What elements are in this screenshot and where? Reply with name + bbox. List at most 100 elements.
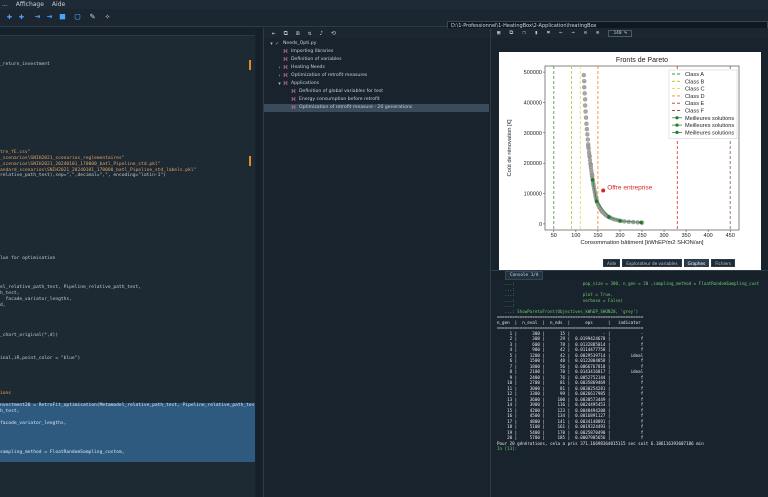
- menu-item-aide[interactable]: Aide: [52, 1, 65, 8]
- outline-item-label: Definition of variables: [291, 57, 342, 62]
- tab-variable-explorer[interactable]: Explorateur de variables: [622, 259, 682, 267]
- outline-item[interactable]: ⌘ Definition of global variables for test: [264, 88, 489, 96]
- legend-label: Meilleures solutions: [685, 116, 734, 122]
- chart-title: Fronts de Pareto: [616, 57, 668, 64]
- run-selection-icon[interactable]: ⇥: [32, 12, 43, 23]
- pareto-point: [584, 127, 590, 132]
- run-advance-icon[interactable]: ✚: [16, 12, 27, 23]
- pareto-point: [582, 79, 587, 84]
- outline-tree: ▾ ✓ Needs_Opti.py ⌘ Importing libraries ⌘ Defi…: [264, 40, 489, 112]
- outline-item[interactable]: ▾ ✓ Needs_Opti.py: [264, 40, 489, 48]
- menu-bar: ... Affichage Aide: [0, 0, 768, 9]
- zoom-in-icon[interactable]: ⊕: [596, 30, 599, 36]
- x-tick-label: 300: [659, 233, 668, 239]
- outline-item[interactable]: › ⌘ Heating Needs: [264, 64, 489, 72]
- delete-plot-icon[interactable]: ▮: [535, 30, 538, 36]
- legend-label: Class D: [685, 94, 705, 100]
- pareto-point: [584, 121, 589, 126]
- outline-item-label: Heating Needs: [291, 65, 325, 70]
- outline-item-label: Needs_Opti.py: [283, 41, 317, 46]
- zoom-level[interactable]: 140 %: [608, 29, 632, 37]
- outline-item-label: Optimization of retrofit measures: [291, 73, 368, 78]
- legend-label: Meilleures solutions: [685, 130, 734, 136]
- pareto-point: [582, 97, 588, 102]
- best-solution-point: [639, 220, 643, 225]
- settings-wrench-icon[interactable]: ✎: [87, 12, 98, 23]
- tab-graphes[interactable]: Graphes: [683, 259, 710, 267]
- menu-item-prev[interactable]: ...: [2, 1, 8, 8]
- go-to-cursor-icon[interactable]: ⇤: [272, 30, 276, 37]
- outline-item[interactable]: ⌘ Energy consumption before retrofit: [264, 96, 489, 104]
- x-tick-label: 200: [615, 233, 624, 239]
- best-solution-point: [618, 219, 622, 223]
- expand-arrow-icon[interactable]: ›: [276, 64, 283, 72]
- delete-all-icon[interactable]: ✖: [547, 30, 550, 36]
- run-cell-icon[interactable]: ✚: [4, 12, 15, 23]
- python-path-icon[interactable]: ✧: [102, 12, 113, 23]
- next-plot-icon[interactable]: →: [572, 30, 575, 36]
- console-tabbar: Console 1/A: [491, 271, 768, 280]
- collapse-icon[interactable]: ⧈: [296, 30, 300, 37]
- run-line-icon[interactable]: ⇥: [44, 12, 55, 23]
- tab-fichiers[interactable]: Fichiers: [711, 259, 736, 267]
- expand-arrow-icon[interactable]: ▾: [268, 40, 275, 48]
- cell-icon: ⌘: [283, 65, 288, 71]
- maximize-icon[interactable]: ▢: [72, 12, 83, 23]
- pareto-point: [587, 157, 593, 163]
- ipython-console: Console 1/A ...: pop_size = 300, n_gen =…: [491, 270, 768, 497]
- save-all-icon[interactable]: ⧉: [509, 30, 513, 37]
- previous-plot-icon[interactable]: ←: [559, 30, 562, 36]
- show-all-icon[interactable]: ⧉: [284, 30, 288, 37]
- restore-icon[interactable]: ⟲: [331, 30, 336, 37]
- x-tick-label: 250: [637, 233, 646, 239]
- editor-scrollbar[interactable]: [256, 28, 262, 497]
- offer-point: [601, 188, 606, 193]
- save-plot-icon[interactable]: ▣: [497, 30, 500, 36]
- console-tab[interactable]: Console 1/A: [505, 271, 544, 280]
- stop-icon[interactable]: ■: [57, 12, 68, 23]
- zoom-out-icon[interactable]: ⊖: [584, 30, 587, 36]
- y-tick-label: 100000: [524, 192, 542, 198]
- outline-item[interactable]: ⌘ Optimization of retrofit measure - 20 g…: [264, 104, 489, 112]
- legend-label: Class B: [685, 79, 705, 85]
- pareto-point: [582, 91, 587, 96]
- outline-item-label: Energy consumption before retrofit: [299, 97, 380, 102]
- plots-pane: ▣ ⧉ ❐ ▮ ✖ ← → ⊖ ⊕ 140 % 50 100 150 200 250 30…: [490, 28, 768, 497]
- x-tick-label: 150: [593, 233, 602, 239]
- cell-icon: ⌘: [291, 105, 296, 111]
- x-tick-label: 100: [571, 233, 580, 239]
- legend-marker: [675, 116, 679, 120]
- code-editor[interactable]: _return_investment tre_YE.csv" _scenarios\…: [0, 28, 255, 497]
- pareto-chart: 50 100 150 200 250 300 350 400 450 0 100000 200000 3…: [507, 57, 740, 246]
- code-area[interactable]: _return_investment tre_YE.csv" _scenarios\…: [0, 38, 255, 497]
- filter-icon[interactable]: ♪: [319, 30, 323, 37]
- pareto-point: [582, 103, 588, 108]
- pareto-point: [581, 72, 586, 78]
- outline-item[interactable]: ⌘ Importing libraries: [264, 48, 489, 56]
- console-line: In [13]:: [497, 446, 518, 451]
- x-tick-label: 450: [726, 233, 735, 239]
- copy-plot-icon[interactable]: ❐: [522, 30, 525, 36]
- expand-arrow-icon[interactable]: ›: [276, 72, 283, 80]
- outline-item[interactable]: ⌘ Definition of variables: [264, 56, 489, 64]
- code-line: nvestment20 = RetroFit_optimisation(Meta…: [0, 403, 255, 410]
- console-line: ...: pop_size = 300, n_gen = 20 ,samplin…: [497, 281, 760, 286]
- plots-toolbar: ▣ ⧉ ❐ ▮ ✖ ← → ⊖ ⊕ 140 %: [491, 28, 768, 38]
- pareto-point: [582, 85, 587, 90]
- outline-item[interactable]: ▾ ⌘ Applications: [264, 80, 489, 88]
- outline-item[interactable]: › ⌘ Optimization of retrofit measures: [264, 72, 489, 80]
- outline-pane: ⇤ ⧉ ⧈ ⇅ ♪ ⟲ ▾ ✓ Needs_Opti.py ⌘ Importing li…: [263, 28, 489, 497]
- cell-icon: ⌘: [283, 81, 288, 87]
- legend-label: Class C: [685, 87, 705, 93]
- menu-item-affichage[interactable]: Affichage: [16, 1, 44, 8]
- sort-icon[interactable]: ⇅: [308, 30, 312, 37]
- pareto-point: [588, 162, 594, 167]
- tab-aide[interactable]: Aide: [603, 259, 621, 267]
- main-toolbar: ✚ ✚ ⇥ ⇥ ■ ▢ ✎ ✧ D:\1-Professionnel\1-Hea…: [0, 9, 768, 31]
- console-output[interactable]: ...: pop_size = 300, n_gen = 20 ,samplin…: [497, 281, 767, 452]
- pareto-point: [583, 109, 588, 114]
- app-window: { "menu":{"items":["...","Affichage","Ai…: [0, 0, 768, 497]
- expand-arrow-icon[interactable]: ▾: [276, 80, 283, 88]
- pareto-point: [583, 115, 589, 120]
